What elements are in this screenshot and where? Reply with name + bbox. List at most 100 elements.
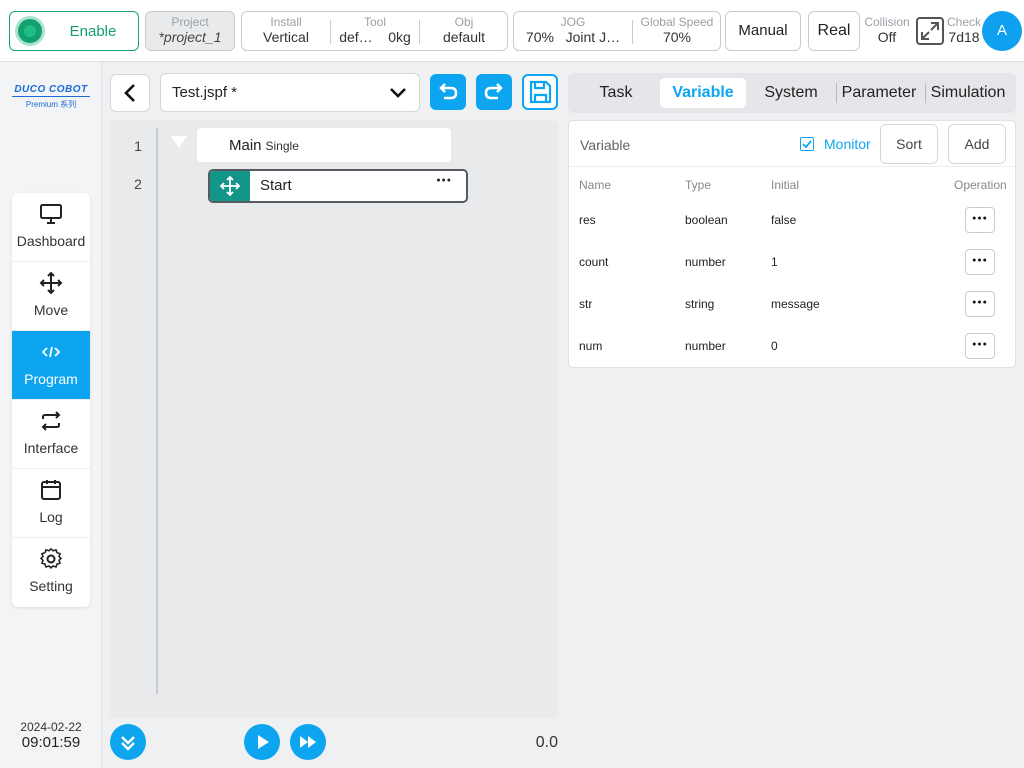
install-label: Install <box>270 15 302 29</box>
table-row[interactable]: num number 0 ●●● <box>569 325 1015 367</box>
program-tree-editor[interactable]: 1 2 Main Single Start ●●● <box>110 120 558 718</box>
move-arrows-icon <box>219 175 241 197</box>
sort-button[interactable]: Sort <box>880 124 938 164</box>
line-number: 1 <box>134 138 142 154</box>
variable-panel: Variable Monitor Sort Add Name Type Init… <box>568 120 1016 368</box>
tree-node-start[interactable]: Start ●●● <box>208 169 468 203</box>
row-more-button[interactable]: ●●● <box>965 291 995 317</box>
tool-name: def… <box>339 29 373 45</box>
variable-name: num <box>579 339 603 353</box>
variable-name: res <box>579 213 596 227</box>
row-more-button[interactable]: ●●● <box>965 249 995 275</box>
logo-brand: DUCO COBOT <box>12 84 90 97</box>
play-button[interactable] <box>244 724 280 760</box>
manual-mode-button[interactable]: Manual <box>725 11 801 51</box>
jog-value: 70% Joint J… <box>514 29 632 45</box>
check-value: 7d18 <box>948 29 980 45</box>
back-button[interactable] <box>110 74 150 112</box>
obj-cell[interactable]: Obj default <box>420 12 508 50</box>
tree-node-main[interactable]: Main Single <box>171 128 451 162</box>
tool-weight: 0kg <box>388 29 411 45</box>
obj-label: Obj <box>454 15 474 29</box>
column-header-initial: Initial <box>771 178 800 192</box>
drag-handle[interactable] <box>210 171 250 201</box>
jog-speed-group[interactable]: JOG 70% Joint J… Global Speed 70% <box>513 11 721 51</box>
play-icon <box>258 735 269 749</box>
enable-button[interactable]: Enable <box>9 11 139 51</box>
swap-icon <box>41 411 61 431</box>
main-node-title: Main Single <box>229 137 299 154</box>
datetime-display: 2024-02-22 09:01:59 <box>8 720 94 751</box>
project-selector[interactable]: Project *project_1 <box>145 11 235 51</box>
tab-task[interactable]: Task <box>578 78 654 108</box>
table-row[interactable]: count number 1 ●●● <box>569 241 1015 283</box>
time-text: 09:01:59 <box>21 734 81 751</box>
tab-system[interactable]: System <box>752 78 830 108</box>
sidebar-item-log[interactable]: Log <box>12 469 90 538</box>
sidebar-item-setting[interactable]: Setting <box>12 538 90 607</box>
check-status[interactable]: Check 7d18 <box>946 15 982 45</box>
move-arrows-icon <box>39 272 63 294</box>
variable-initial: message <box>771 297 820 311</box>
tool-label: Tool <box>363 15 386 29</box>
fast-forward-button[interactable] <box>290 724 326 760</box>
install-cell[interactable]: Install Vertical <box>242 12 330 50</box>
user-avatar[interactable]: A <box>982 11 1022 51</box>
install-value: Vertical <box>263 29 309 45</box>
install-tool-obj-group[interactable]: Install Vertical Tool def… 0kg Obj defau… <box>241 11 508 51</box>
enable-label: Enable <box>69 23 117 40</box>
chevron-down-icon <box>390 88 406 98</box>
jog-percent: 70% <box>525 29 554 45</box>
variable-type: number <box>685 339 726 353</box>
monitor-label[interactable]: Monitor <box>824 136 871 152</box>
gear-icon <box>39 548 63 569</box>
row-more-button[interactable]: ●●● <box>965 207 995 233</box>
undo-button[interactable] <box>430 74 466 110</box>
sidebar-item-dashboard[interactable]: Dashboard <box>12 193 90 262</box>
expand-icon[interactable] <box>916 17 944 45</box>
obj-value: default <box>442 29 486 45</box>
sidebar-item-label: Interface <box>23 440 79 456</box>
real-mode-button[interactable]: Real <box>808 11 860 51</box>
date-text: 2024-02-22 <box>20 720 82 734</box>
table-row[interactable]: str string message ●●● <box>569 283 1015 325</box>
add-variable-button[interactable]: Add <box>948 124 1006 164</box>
duco-logo: DUCO COBOT Premium 系列 <box>12 84 90 110</box>
jog-cell[interactable]: JOG 70% Joint J… <box>514 12 632 50</box>
monitor-icon <box>40 204 62 224</box>
collision-status[interactable]: Collision Off <box>863 15 911 45</box>
column-header-type: Type <box>685 178 712 192</box>
speed-value: 0.0 <box>535 734 558 751</box>
collapse-triangle-icon[interactable] <box>171 136 187 148</box>
tab-parameter[interactable]: Parameter <box>838 78 920 108</box>
more-options-icon[interactable]: ●●● <box>436 177 452 184</box>
redo-button[interactable] <box>476 74 512 110</box>
monitor-checkbox[interactable] <box>800 137 814 151</box>
variable-name: str <box>579 297 593 311</box>
chevron-left-icon <box>124 84 135 102</box>
variable-type: number <box>685 255 726 269</box>
sidebar-item-interface[interactable]: Interface <box>12 400 90 469</box>
start-node-label: Start <box>260 177 292 194</box>
variable-initial: 1 <box>771 255 778 269</box>
calendar-icon <box>41 480 61 500</box>
line-number: 2 <box>134 176 142 192</box>
sidebar-item-move[interactable]: Move <box>12 262 90 331</box>
save-icon <box>529 80 552 104</box>
program-file-select[interactable]: Test.jspf * <box>160 73 420 112</box>
tab-variable[interactable]: Variable <box>660 78 746 108</box>
double-chevron-down-icon <box>121 736 135 751</box>
step-down-button[interactable] <box>110 724 146 760</box>
table-row[interactable]: res boolean false ●●● <box>569 199 1015 241</box>
row-more-button[interactable]: ●●● <box>965 333 995 359</box>
enable-status-icon <box>18 19 42 43</box>
variable-type: string <box>685 297 715 311</box>
jog-mode: Joint J… <box>565 29 621 45</box>
sidebar-item-program[interactable]: Program <box>12 331 90 400</box>
tab-simulation[interactable]: Simulation <box>927 78 1009 108</box>
top-status-bar: Enable Project *project_1 Install Vertic… <box>0 0 1024 62</box>
tab-divider <box>836 83 837 103</box>
tool-cell[interactable]: Tool def… 0kg <box>331 12 419 50</box>
save-button[interactable] <box>522 74 558 110</box>
global-speed-cell[interactable]: Global Speed 70% <box>633 12 721 50</box>
